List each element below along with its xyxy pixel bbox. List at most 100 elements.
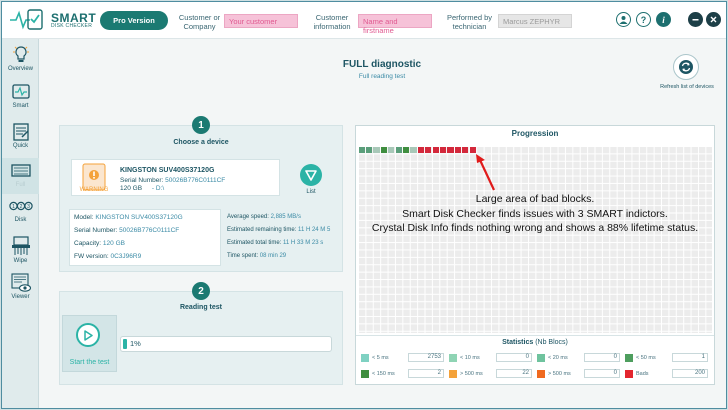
stat-color-swatch [361, 369, 369, 378]
info-remaining-label: Estimated remaining time: [227, 227, 297, 233]
info-spent-value: 08 min 29 [259, 253, 287, 259]
step-2-badge: 2 [192, 282, 210, 300]
info-speed-label: Average speed: [227, 214, 269, 220]
info-remaining-time: Estimated remaining time: 11 H 24 M 5 [227, 227, 330, 233]
wipe-icon [11, 236, 30, 255]
info-fw-label: FW version: [74, 253, 109, 260]
close-icon[interactable] [706, 12, 721, 27]
play-icon[interactable] [76, 323, 100, 347]
statistics-title: Statistics (Nb Blocs) [355, 339, 715, 346]
block-cell [373, 146, 380, 153]
info-icon[interactable]: i [656, 12, 671, 27]
customer-info-label: Customer information [313, 13, 351, 32]
stat-item: < 10 ms 0 [449, 353, 532, 362]
red-arrow-icon [476, 154, 495, 191]
sidebar-item-disk[interactable]: 1 2 3 Disk [2, 199, 39, 233]
block-cell [358, 146, 365, 153]
info-total-time: Estimated total time: 11 H 33 M 23 s [227, 240, 323, 246]
block-cell [402, 146, 410, 153]
stat-label: < 50 ms [636, 354, 656, 361]
block-cell [395, 146, 402, 153]
info-fw-value: 0C3J96R9 [110, 253, 142, 260]
device-serial-value: 50026B776C0111CF [165, 177, 226, 184]
refresh-icon [679, 60, 693, 74]
block-cell [454, 146, 462, 153]
help-icon[interactable]: ? [636, 12, 651, 27]
warning-label: WARNING [79, 187, 109, 193]
choose-device-title: Choose a device [173, 139, 229, 146]
sidebar-item-label: Full [15, 182, 26, 188]
customer-info-input[interactable]: Name and firstname [358, 14, 432, 35]
technician-input[interactable]: Marcus ZEPHYR [498, 14, 572, 28]
sidebar-item-smart[interactable]: Smart [2, 82, 39, 116]
sidebar-item-wipe[interactable]: Wipe [2, 235, 39, 271]
block-cell [380, 146, 388, 153]
sidebar-item-label: Viewer [11, 294, 30, 300]
page-title: FULL diagnostic [342, 59, 422, 70]
stat-label: < 150 ms [372, 370, 395, 377]
sidebar: Overview Smart Quick Full 1 2 3 Disk Wip… [2, 39, 39, 408]
sidebar-item-label: Quick [12, 143, 29, 149]
technician-label: Performed by technician [446, 13, 493, 32]
info-serial-label: Serial Number: [74, 227, 118, 234]
device-capacity-line: 120 GB - D:\ [120, 185, 164, 192]
progress-percent: 1% [130, 339, 141, 348]
header-bar: SMART DISK CHECKER Pro Version Customer … [2, 2, 726, 39]
stat-color-swatch [625, 353, 633, 362]
device-serial-label: Serial Number: [120, 177, 164, 184]
block-cell [432, 146, 439, 153]
disk-check-logo-icon [8, 7, 48, 33]
progress-fill [123, 339, 127, 349]
info-speed-value: 2,885 MB/s [270, 214, 301, 220]
sidebar-item-quick[interactable]: Quick [2, 122, 39, 156]
info-capacity-value: 120 GB [102, 240, 125, 247]
sidebar-item-full[interactable]: Full [2, 158, 39, 194]
sidebar-item-viewer[interactable]: Viewer [2, 273, 39, 309]
customer-input[interactable]: Your customer [224, 14, 298, 28]
annotation-text: Large area of bad blocks. Smart Disk Che… [355, 192, 715, 236]
info-average-speed: Average speed: 2,885 MB/s [227, 214, 301, 220]
user-account-icon[interactable] [616, 12, 631, 27]
info-spent-label: Time spent: [227, 253, 259, 259]
info-capacity-label: Capacity: [74, 240, 102, 247]
device-list-button[interactable] [300, 164, 322, 186]
block-cell [447, 146, 454, 153]
info-serial-value: 50026B776C0111CF [119, 227, 180, 234]
stat-item: < 50 ms 1 [625, 353, 708, 362]
statistics-subtitle: (Nb Blocs) [535, 339, 568, 346]
block-cell [462, 146, 469, 153]
info-total-value: 11 H 33 M 23 s [283, 240, 324, 246]
disk-icon: 1 2 3 [8, 201, 33, 211]
annotation-line-2: Smart Disk Checker finds issues with 3 S… [402, 207, 668, 220]
stat-item: < 20 ms 0 [537, 353, 620, 362]
stat-value: 1 [672, 353, 708, 362]
viewer-icon [10, 273, 31, 292]
lightbulb-icon [12, 46, 29, 62]
start-test-label: Start the test [69, 359, 110, 366]
pro-version-button[interactable]: Pro Version [100, 11, 168, 30]
stat-color-swatch [537, 369, 545, 378]
minimize-icon[interactable] [688, 12, 703, 27]
sidebar-item-overview[interactable]: Overview [2, 45, 39, 79]
stat-color-swatch [625, 369, 633, 378]
info-model: Model: KINGSTON SUV400S37120G [74, 214, 183, 221]
progression-title: Progression [511, 129, 559, 138]
stat-color-swatch [361, 353, 369, 362]
refresh-devices-button[interactable] [673, 54, 699, 80]
stat-item: < 150 ms 2 [361, 369, 444, 378]
page-subtitle: Full reading test [358, 73, 406, 80]
info-firmware: FW version: 0C3J96R9 [74, 253, 141, 260]
reading-test-title: Reading test [179, 304, 222, 311]
stat-item: > 500 ms 0 [537, 369, 620, 378]
stat-value: 0 [496, 353, 532, 362]
stat-color-swatch [449, 369, 457, 378]
full-icon [10, 164, 31, 177]
stat-value: 200 [672, 369, 708, 378]
logo-subtitle: DISK CHECKER [51, 22, 93, 29]
block-cell [417, 146, 425, 153]
sidebar-item-label: Smart [12, 103, 29, 109]
block-cell [425, 146, 432, 153]
device-list-label: List [306, 189, 316, 195]
stat-item: > 500 ms 22 [449, 369, 532, 378]
customer-label: Customer or Company [178, 13, 221, 32]
